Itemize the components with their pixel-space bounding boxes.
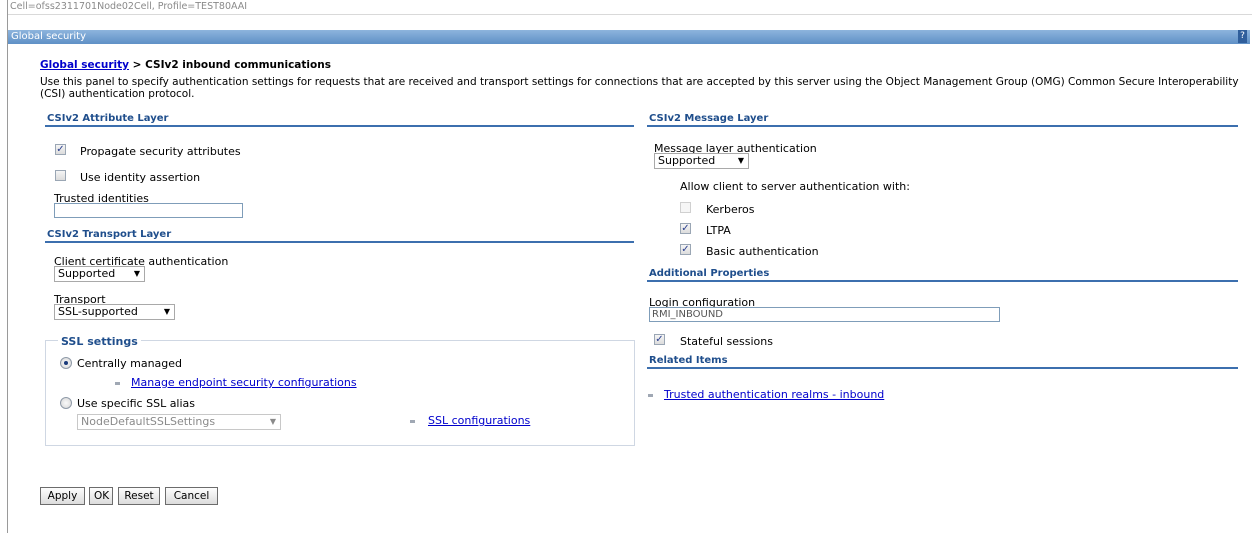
transport-select[interactable]: SSL-supported ▼ [54, 304, 175, 320]
related-items-divider [647, 367, 1238, 369]
specific-ssl-alias-radio[interactable] [60, 397, 72, 409]
bullet-icon [648, 394, 653, 397]
ssl-alias-select[interactable]: NodeDefaultSSLSettings ▼ [77, 414, 281, 430]
cell-profile-bar: Cell=ofss2311701Node02Cell, Profile=TEST… [8, 0, 1252, 15]
breadcrumb: Global security > CSIv2 inbound communic… [40, 59, 331, 71]
ssl-alias-value: NodeDefaultSSLSettings [81, 415, 216, 428]
chevron-down-icon: ▼ [133, 269, 140, 278]
chevron-down-icon: ▼ [737, 156, 744, 165]
ssl-configurations-link[interactable]: SSL configurations [428, 414, 530, 427]
check-icon: ✓ [56, 144, 65, 155]
additional-properties-divider [647, 280, 1238, 282]
transport-value: SSL-supported [58, 305, 138, 318]
transport-layer-heading: CSIv2 Transport Layer [47, 229, 172, 240]
panel-title: Global security [11, 31, 87, 42]
apply-button[interactable]: Apply [40, 487, 85, 505]
manage-endpoint-link[interactable]: Manage endpoint security configurations [131, 376, 357, 389]
basic-auth-checkbox[interactable]: ✓ [680, 244, 691, 255]
check-icon: ✓ [681, 244, 690, 255]
bullet-icon [115, 382, 120, 385]
message-auth-value: Supported [658, 154, 716, 167]
bullet-icon [410, 420, 415, 423]
check-icon: ✓ [681, 223, 690, 234]
propagate-security-label: Propagate security attributes [80, 145, 241, 158]
identity-assertion-checkbox[interactable] [55, 170, 66, 181]
stateful-sessions-checkbox[interactable]: ✓ [654, 334, 665, 345]
ssl-settings-group [45, 340, 635, 446]
basic-auth-label: Basic authentication [706, 245, 819, 258]
related-items-heading: Related Items [649, 355, 728, 366]
message-layer-divider [647, 125, 1238, 127]
additional-properties-heading: Additional Properties [649, 268, 770, 279]
trusted-identities-input[interactable] [54, 203, 243, 218]
transport-layer-divider [45, 241, 634, 243]
breadcrumb-link-global-security[interactable]: Global security [40, 59, 129, 71]
panel-title-bar: Global security ? [8, 30, 1250, 44]
attribute-layer-heading: CSIv2 Attribute Layer [47, 113, 169, 124]
stateful-sessions-label: Stateful sessions [680, 335, 773, 348]
client-cert-select[interactable]: Supported ▼ [54, 266, 145, 282]
message-auth-select[interactable]: Supported ▼ [654, 153, 749, 169]
propagate-security-checkbox[interactable]: ✓ [55, 144, 66, 155]
allow-client-label: Allow client to server authentication wi… [680, 180, 910, 193]
ltpa-checkbox[interactable]: ✓ [680, 223, 691, 234]
ok-button[interactable]: OK [89, 487, 113, 505]
page-description: Use this panel to specify authentication… [40, 76, 1239, 100]
breadcrumb-separator: > [129, 59, 146, 71]
login-config-input[interactable]: RMI_INBOUND [649, 307, 1000, 322]
check-icon: ✓ [655, 334, 664, 345]
centrally-managed-radio[interactable] [60, 357, 72, 369]
ltpa-label: LTPA [706, 224, 731, 237]
ssl-settings-legend: SSL settings [58, 335, 141, 348]
cancel-button[interactable]: Cancel [165, 487, 218, 505]
breadcrumb-current: CSIv2 inbound communications [145, 59, 331, 71]
trusted-auth-realms-link[interactable]: Trusted authentication realms - inbound [664, 388, 884, 401]
centrally-managed-label: Centrally managed [77, 357, 183, 370]
client-cert-value: Supported [58, 267, 116, 280]
reset-button[interactable]: Reset [118, 487, 160, 505]
kerberos-checkbox[interactable] [680, 202, 691, 213]
message-layer-heading: CSIv2 Message Layer [649, 113, 769, 124]
identity-assertion-label: Use identity assertion [80, 171, 201, 184]
help-icon[interactable]: ? [1238, 30, 1247, 43]
attribute-layer-divider [45, 125, 634, 127]
specific-ssl-alias-label: Use specific SSL alias [77, 397, 196, 410]
chevron-down-icon: ▼ [163, 307, 170, 316]
left-border [7, 0, 8, 533]
chevron-down-icon: ▼ [269, 417, 276, 426]
kerberos-label: Kerberos [706, 203, 755, 216]
